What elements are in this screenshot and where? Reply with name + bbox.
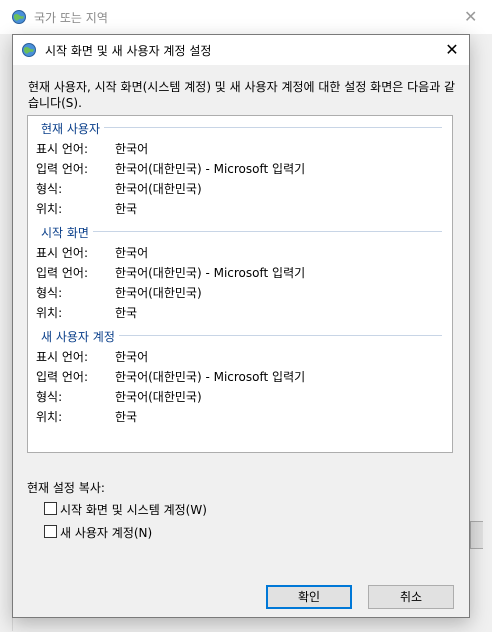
- list-item: 표시 언어: 한국어: [36, 348, 446, 364]
- checkbox-icon[interactable]: [44, 525, 57, 538]
- list-item: 표시 언어: 한국어: [36, 244, 446, 260]
- list-item: 입력 언어: 한국어(대한민국) - Microsoft 입력기: [36, 264, 446, 280]
- list-item: 형식: 한국어(대한민국): [36, 180, 446, 196]
- group-header-current-user: 현재 사용자: [28, 120, 452, 137]
- dialog-description: 현재 사용자, 시작 화면(시스템 계정) 및 새 사용자 계정에 대한 설정 …: [28, 80, 456, 110]
- background-close-icon[interactable]: ✕: [464, 9, 477, 25]
- background-bottom-fragment: [250, 617, 280, 632]
- group-header-new-user-account: 새 사용자 계정: [28, 328, 452, 345]
- list-item: 표시 언어: 한국어: [36, 140, 446, 156]
- checkbox-icon[interactable]: [44, 502, 57, 515]
- dialog-titlebar: 시작 화면 및 새 사용자 계정 설정 ✕: [13, 35, 469, 65]
- row-value: 한국어(대한민국) - Microsoft 입력기: [115, 370, 306, 384]
- row-label: 입력 언어:: [36, 266, 89, 280]
- list-item: 형식: 한국어(대한민국): [36, 284, 446, 300]
- row-label: 형식:: [36, 390, 63, 404]
- row-label: 표시 언어:: [36, 246, 89, 260]
- row-value: 한국: [115, 202, 138, 216]
- background-titlebar: 국가 또는 지역 ✕: [0, 0, 492, 34]
- group-title: 시작 화면: [41, 224, 93, 241]
- row-label: 표시 언어:: [36, 350, 89, 364]
- dialog-title: 시작 화면 및 새 사용자 계정 설정: [45, 44, 212, 58]
- list-item: 위치: 한국: [36, 408, 446, 424]
- cancel-button[interactable]: 취소: [368, 585, 454, 609]
- close-icon[interactable]: ✕: [441, 40, 463, 60]
- row-label: 위치:: [36, 202, 63, 216]
- row-value: 한국어: [115, 246, 149, 260]
- settings-summary-panel: 현재 사용자 표시 언어: 한국어 입력 언어: 한국어(대한민국) - Mic…: [27, 115, 453, 453]
- list-item: 위치: 한국: [36, 200, 446, 216]
- list-item: 위치: 한국: [36, 304, 446, 320]
- checkbox-label[interactable]: 시작 화면 및 시스템 계정(W): [60, 501, 207, 518]
- copy-settings-label: 현재 설정 복사:: [27, 481, 105, 495]
- checkbox-label[interactable]: 새 사용자 계정(N): [60, 524, 152, 541]
- row-value: 한국어(대한민국): [115, 182, 202, 196]
- row-value: 한국어(대한민국) - Microsoft 입력기: [115, 162, 306, 176]
- settings-dialog: 시작 화면 및 새 사용자 계정 설정 ✕ 현재 사용자, 시작 화면(시스템 …: [12, 34, 470, 618]
- row-label: 표시 언어:: [36, 142, 89, 156]
- row-label: 형식:: [36, 182, 63, 196]
- row-value: 한국어(대한민국): [115, 390, 202, 404]
- ok-button[interactable]: 확인: [266, 585, 352, 609]
- group-title: 새 사용자 계정: [41, 328, 119, 345]
- row-value: 한국어(대한민국): [115, 286, 202, 300]
- row-label: 위치:: [36, 410, 63, 424]
- row-value: 한국: [115, 410, 138, 424]
- group-divider: [41, 231, 442, 232]
- row-label: 입력 언어:: [36, 162, 89, 176]
- list-item: 형식: 한국어(대한민국): [36, 388, 446, 404]
- row-label: 위치:: [36, 306, 63, 320]
- background-partial-button[interactable]: [470, 521, 483, 549]
- row-label: 형식:: [36, 286, 63, 300]
- list-item: 입력 언어: 한국어(대한민국) - Microsoft 입력기: [36, 368, 446, 384]
- group-header-start-screen: 시작 화면: [28, 224, 452, 241]
- group-title: 현재 사용자: [41, 120, 105, 137]
- row-label: 입력 언어:: [36, 370, 89, 384]
- globe-icon: [11, 9, 27, 28]
- row-value: 한국: [115, 306, 138, 320]
- list-item: 입력 언어: 한국어(대한민국) - Microsoft 입력기: [36, 160, 446, 176]
- row-value: 한국어: [115, 350, 149, 364]
- globe-icon: [21, 42, 37, 61]
- row-value: 한국어: [115, 142, 149, 156]
- row-value: 한국어(대한민국) - Microsoft 입력기: [115, 266, 306, 280]
- background-window-title: 국가 또는 지역: [34, 11, 108, 25]
- background-right-edge: [482, 34, 492, 631]
